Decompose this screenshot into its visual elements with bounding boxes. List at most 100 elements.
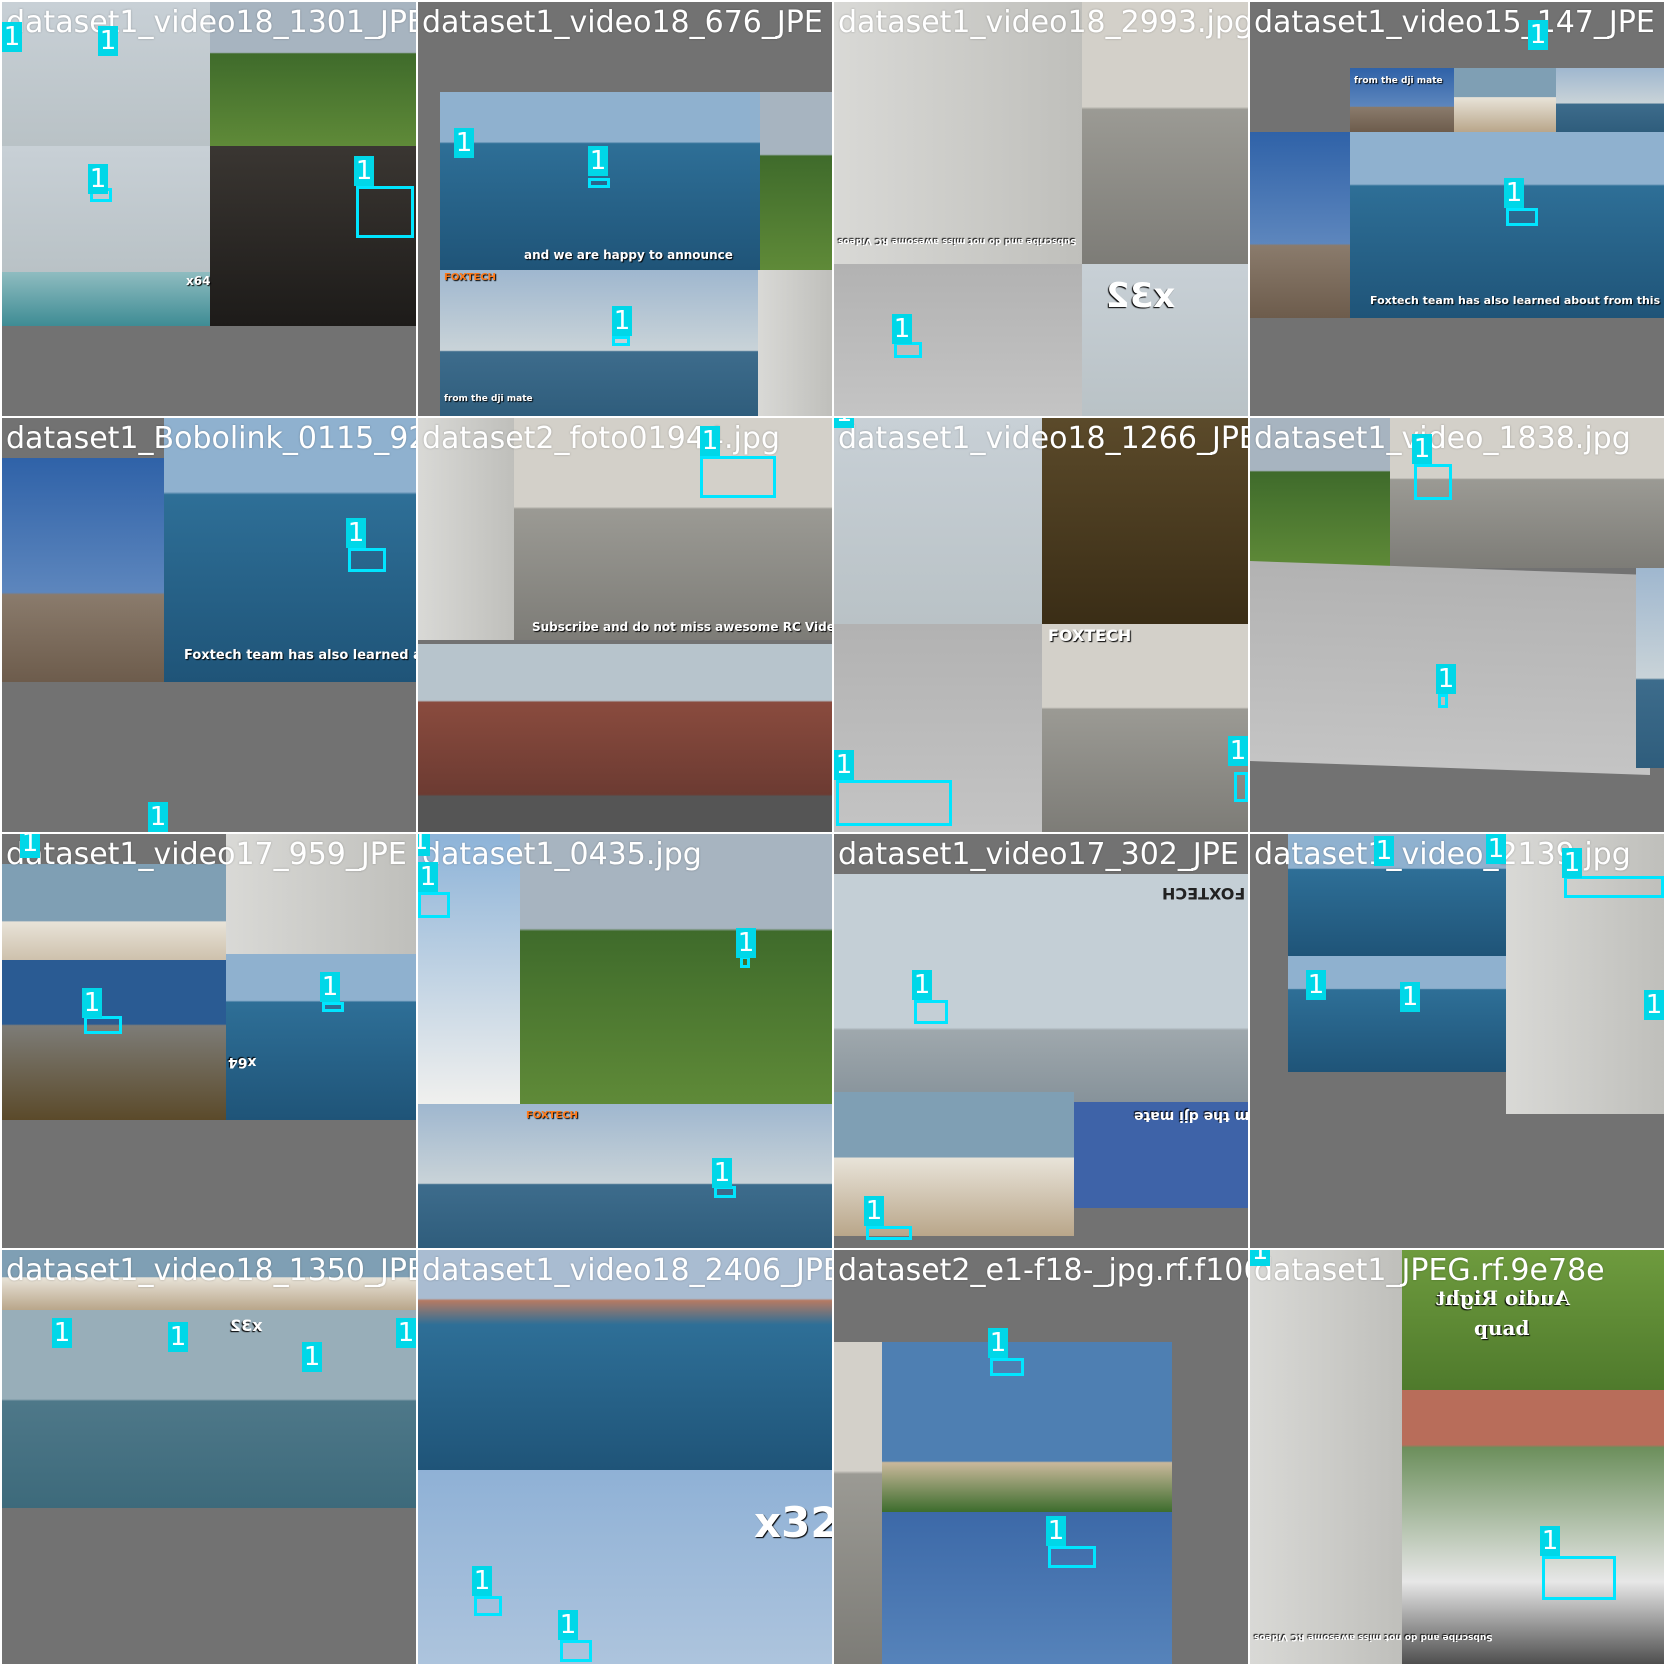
tile-filename: dataset2_e1-f18-_jpg.rf.f106 xyxy=(838,1253,1248,1288)
tile-15: dataset2_e1-f18-_jpg.rf.f106 1 1 xyxy=(834,1250,1248,1664)
detection-label: 1 xyxy=(52,1318,72,1348)
detection-label: 1 xyxy=(864,1196,884,1226)
detection-box xyxy=(1048,1546,1096,1568)
overlay-text: x64 xyxy=(228,1054,257,1070)
tile-filename: dataset1_0435.jpg xyxy=(422,837,702,872)
tile-filename: dataset1_video15_147_JPE xyxy=(1254,5,1655,40)
overlay-text: FOXTECH xyxy=(1048,626,1132,645)
overlay-text: FOXTECH xyxy=(526,1110,579,1121)
detection-label: 1 xyxy=(1540,1526,1560,1556)
overlay-text: x32 xyxy=(754,1498,832,1547)
image-piece xyxy=(760,92,832,270)
detection-label: 1 xyxy=(892,314,912,344)
tile-8: dataset1_video_1838.jpg 1 1 xyxy=(1250,418,1664,832)
detection-box xyxy=(1506,208,1538,226)
detection-label: 1 xyxy=(320,972,340,1002)
detection-label: 1 xyxy=(912,970,932,1000)
image-piece xyxy=(834,264,1082,416)
tile-filename: dataset1_video18_1301_JPE xyxy=(6,5,416,40)
detection-label: 1 xyxy=(82,988,102,1018)
tile-filename: dataset1_video17_959_JPE xyxy=(6,837,407,872)
overlay-text: FOXTECH xyxy=(1162,884,1246,903)
detection-label: 1 xyxy=(346,518,366,548)
tile-filename: dataset1_video18_1266_JPE xyxy=(838,421,1248,456)
detection-label: 1 xyxy=(1412,434,1432,464)
detection-box xyxy=(474,1596,502,1616)
image-piece xyxy=(1042,624,1248,832)
image-piece xyxy=(1556,68,1664,132)
overlay-text: Subscribe and do not miss awesome RC Vid… xyxy=(1254,1632,1493,1642)
tile-filename: dataset2_foto01944.jpg xyxy=(422,421,780,456)
detection-box xyxy=(914,1000,948,1024)
detection-label: 1 xyxy=(988,1328,1008,1358)
detection-box xyxy=(612,336,630,346)
detection-label: 1 xyxy=(1486,834,1506,864)
image-piece xyxy=(1402,1390,1664,1664)
detection-label: 1 xyxy=(834,750,854,780)
overlay-text: x32 xyxy=(230,1316,263,1335)
detection-label: 1 xyxy=(612,306,632,336)
tile-2: dataset1_video18_676_JPE and we are happ… xyxy=(418,2,832,416)
overlay-text: from the dji mate xyxy=(1134,1108,1248,1124)
detection-label: 1 xyxy=(20,834,40,858)
detection-box xyxy=(1234,772,1248,802)
detection-label: 1 xyxy=(1250,1250,1270,1266)
tile-3: dataset1_video18_2993.jpg Subscribe and … xyxy=(834,2,1248,416)
detection-box xyxy=(836,780,952,826)
image-piece xyxy=(758,270,832,416)
detection-box xyxy=(1438,694,1448,708)
tile-5: dataset1_Bobolink_0115_926_jpg Foxtech t… xyxy=(2,418,416,832)
tile-16: dataset1_JPEG.rf.9e78e Audio Right quad … xyxy=(1250,1250,1664,1664)
detection-box xyxy=(322,1002,344,1012)
image-piece xyxy=(1454,68,1556,132)
detection-box xyxy=(348,548,386,572)
overlay-text: from the dji mate xyxy=(444,394,533,404)
image-piece xyxy=(882,1342,1172,1512)
detection-label: 1 xyxy=(148,802,168,832)
detection-label: 1 xyxy=(712,1158,732,1188)
detection-box xyxy=(894,342,922,358)
detection-label: 1 xyxy=(472,1566,492,1596)
detection-label: 1 xyxy=(454,128,474,158)
overlay-text: Foxtech team has also learned about from… xyxy=(1370,294,1664,307)
mosaic-grid: dataset1_video18_1301_JPE 1 1 1 1 x64 da… xyxy=(0,0,1664,1664)
tile-filename: dataset1_video18_2406_JPE xyxy=(422,1253,832,1288)
tile-filename: dataset1_video18_1350_JPE xyxy=(6,1253,416,1288)
detection-label: 1 xyxy=(1528,20,1548,50)
image-piece xyxy=(1506,956,1664,1114)
detection-label: 1 xyxy=(588,146,608,176)
detection-box xyxy=(990,1358,1024,1376)
image-piece xyxy=(834,1342,882,1664)
image-piece xyxy=(418,1104,832,1248)
tile-11: dataset1_video17_302_JPE FOXTECH from th… xyxy=(834,834,1248,1248)
image-piece xyxy=(882,1512,1172,1664)
tile-6: dataset2_foto01944.jpg Subscribe and do … xyxy=(418,418,832,832)
detection-label: 1 xyxy=(558,1610,578,1640)
detection-box xyxy=(866,1226,912,1240)
detection-label: 1 xyxy=(302,1342,322,1372)
image-piece xyxy=(418,644,832,832)
tile-14: dataset1_video18_2406_JPE x32 1 1 xyxy=(418,1250,832,1664)
detection-box xyxy=(700,456,776,498)
image-piece xyxy=(2,458,164,682)
detection-label: 1 xyxy=(1436,664,1456,694)
detection-box xyxy=(1414,464,1452,500)
image-piece xyxy=(520,834,832,1104)
tile-filename: dataset1_video18_2993.jpg xyxy=(838,5,1248,40)
detection-box xyxy=(84,1016,122,1034)
tile-filename: dataset1_video_1838.jpg xyxy=(1254,421,1631,456)
detection-label: 1 xyxy=(700,426,720,456)
image-piece xyxy=(2,960,226,1120)
overlay-text: FOXTECH xyxy=(444,272,497,283)
overlay-text: x32 xyxy=(1106,276,1176,316)
image-piece xyxy=(1250,132,1350,318)
detection-label: 1 xyxy=(2,22,22,52)
image-piece xyxy=(2,272,210,326)
detection-box xyxy=(418,892,450,918)
detection-box xyxy=(560,1640,592,1662)
detection-label: 1 xyxy=(168,1322,188,1352)
detection-label: 1 xyxy=(1562,848,1582,878)
overlay-text: Subscribe and do not miss awesome RC Vid… xyxy=(532,620,832,634)
overlay-text: Foxtech team has also learned about xyxy=(184,648,416,663)
tile-9: dataset1_video17_959_JPE x64 1 1 1 xyxy=(2,834,416,1248)
